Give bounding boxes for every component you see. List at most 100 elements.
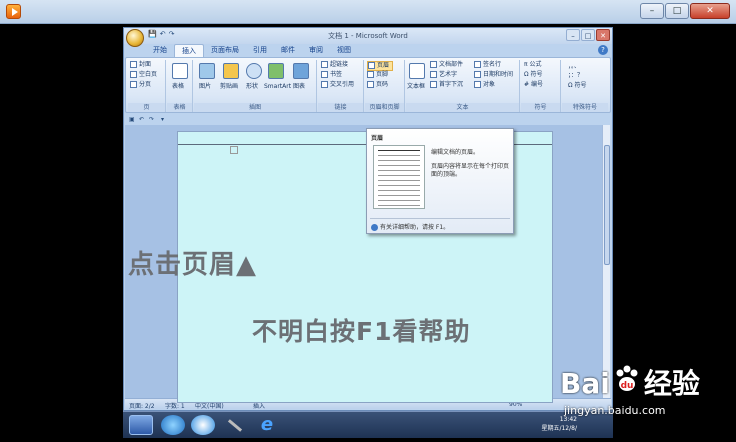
numbering-button[interactable]: # 编号: [524, 81, 543, 89]
close-button[interactable]: ✕: [690, 3, 730, 19]
quick-parts-button[interactable]: 文档部件: [430, 61, 463, 69]
minimize-button[interactable]: –: [640, 3, 664, 19]
signature-line-button[interactable]: 签名行: [474, 61, 501, 69]
quick-parts-icon: [430, 61, 437, 68]
header-label: 页眉: [377, 62, 390, 69]
footer-icon: [367, 71, 374, 78]
hyperlink-icon: [321, 61, 328, 68]
tab-page-layout[interactable]: 页面布局: [204, 44, 246, 57]
baidu-brand-left: Bai: [560, 367, 610, 400]
taskbar-browser-icon[interactable]: [161, 415, 185, 435]
redo-icon[interactable]: ↷: [149, 116, 154, 123]
header-footer-group: 页眉 页脚 页码 页眉和页脚: [365, 60, 405, 112]
ribbon-tabs: 开始 插入 页面布局 引用 邮件 审阅 视图: [146, 44, 358, 57]
wordart-icon: [430, 71, 437, 78]
object-button[interactable]: 对象: [474, 81, 495, 89]
tab-mailings[interactable]: 邮件: [274, 44, 302, 57]
quick-parts-label: 文档部件: [439, 61, 464, 68]
dropcap-label: 首字下沉: [439, 81, 464, 88]
textbox-button[interactable]: 文本框: [407, 83, 425, 91]
picture-button[interactable]: 图片: [199, 83, 211, 91]
customize-icon[interactable]: ▾: [161, 116, 164, 123]
symbol-label: 符号: [530, 71, 543, 78]
punctuation-row-2[interactable]: ；：？: [568, 72, 583, 80]
word-window-controls: – □ ✕: [566, 29, 610, 41]
smartart-icon: [268, 63, 284, 79]
tab-insert[interactable]: 插入: [174, 44, 204, 57]
maximize-button[interactable]: □: [665, 3, 689, 19]
hyperlink-button[interactable]: 超链接: [321, 61, 348, 69]
footer-button[interactable]: 页脚: [367, 71, 388, 79]
cross-reference-label: 交叉引用: [330, 81, 355, 88]
special-symbols-group-label: 特殊符号: [562, 103, 608, 112]
symbol-button[interactable]: Ω 符号: [524, 71, 543, 79]
word-title-bar: 💾 ↶ ↷ 文档 1 - Microsoft Word – □ ✕: [124, 28, 612, 44]
word-title: 文档 1 - Microsoft Word: [328, 32, 408, 40]
table-group: 表格 表格: [167, 60, 193, 112]
blank-page-button[interactable]: 空白页: [130, 71, 157, 79]
tab-review[interactable]: 审阅: [302, 44, 330, 57]
windows-taskbar: e 13:42 星期五/12/8/: [123, 411, 613, 438]
numbering-label: 编号: [530, 81, 543, 88]
textbox-icon: [409, 63, 425, 79]
header-footer-group-label: 页眉和页脚: [365, 103, 404, 112]
bookmark-button[interactable]: 书签: [321, 71, 342, 79]
vertical-scrollbar[interactable]: [602, 125, 610, 399]
help-icon[interactable]: ?: [598, 45, 608, 55]
cross-reference-button[interactable]: 交叉引用: [321, 81, 354, 89]
tab-references[interactable]: 引用: [246, 44, 274, 57]
tab-home[interactable]: 开始: [146, 44, 174, 57]
object-icon: [474, 81, 481, 88]
annotation-click-header: 点击页眉▲: [128, 250, 257, 280]
signature-icon: [474, 61, 481, 68]
wordart-label: 艺术字: [439, 71, 458, 78]
annotation-press-f1: 不明白按F1看帮助: [252, 317, 471, 346]
clock-date: 星期五/12/8/: [541, 425, 577, 432]
special-symbols-group: ，。、 ；：？ Ω 符号 特殊符号: [562, 60, 608, 112]
equation-button[interactable]: π 公式: [524, 61, 542, 69]
status-page[interactable]: 页面: 2/2: [129, 401, 155, 410]
clipart-button[interactable]: 剪贴画: [220, 83, 238, 91]
wordart-button[interactable]: 艺术字: [430, 71, 457, 79]
special-symbol-label: 符号: [574, 82, 587, 89]
page-break-button[interactable]: 分页: [130, 81, 151, 89]
tooltip-detail: 页眉内容将显示在每个打印页面的顶端。: [431, 163, 510, 178]
tooltip-help: 有关详细帮助，请按 F1。: [371, 222, 449, 231]
shapes-button[interactable]: 形状: [246, 83, 258, 91]
chart-button[interactable]: 图表: [293, 83, 305, 91]
table-group-label: 表格: [167, 103, 192, 112]
taskbar-pen-icon[interactable]: [223, 415, 247, 435]
taskbar-search-icon[interactable]: [191, 415, 215, 435]
cover-page-button[interactable]: 封面: [130, 61, 151, 69]
help-icon: [371, 224, 378, 231]
taskbar-word-icon[interactable]: [129, 415, 153, 435]
baidu-url: jingyan.baidu.com: [564, 404, 666, 417]
office-button[interactable]: [126, 29, 144, 47]
special-symbol-button[interactable]: Ω 符号: [568, 82, 587, 90]
hyperlink-label: 超链接: [330, 61, 349, 68]
page-number-button[interactable]: 页码: [367, 81, 388, 89]
vertical-scroll-thumb[interactable]: [604, 145, 610, 265]
date-time-button[interactable]: 日期和时间: [474, 71, 513, 79]
baidu-brand-right: 经验: [643, 367, 700, 400]
picture-icon: [199, 63, 215, 79]
ribbon: 封面 空白页 分页 页 表格 表格 图片 剪贴画 形状 SmartArt 图表 …: [125, 57, 611, 113]
punctuation-row-1[interactable]: ，。、: [568, 63, 580, 71]
header-button[interactable]: 页眉: [367, 61, 394, 71]
word-maximize-button[interactable]: □: [581, 29, 595, 41]
word-minimize-button[interactable]: –: [566, 29, 580, 41]
date-time-label: 日期和时间: [483, 71, 514, 78]
save-icon[interactable]: ▣: [129, 116, 135, 123]
object-label: 对象: [483, 81, 496, 88]
taskbar-ie-icon[interactable]: e: [255, 415, 279, 435]
table-button[interactable]: 表格: [172, 83, 184, 91]
illustrations-group-label: 插图: [194, 103, 316, 112]
dropcap-button[interactable]: 首字下沉: [430, 81, 463, 89]
tab-view[interactable]: 视图: [330, 44, 358, 57]
undo-icon[interactable]: ↶: [139, 116, 144, 123]
smartart-button[interactable]: SmartArt: [264, 83, 291, 91]
cross-reference-icon: [321, 81, 328, 88]
baidu-paw-icon: du: [616, 365, 638, 391]
footer-label: 页脚: [376, 71, 389, 78]
word-close-button[interactable]: ✕: [596, 29, 610, 41]
